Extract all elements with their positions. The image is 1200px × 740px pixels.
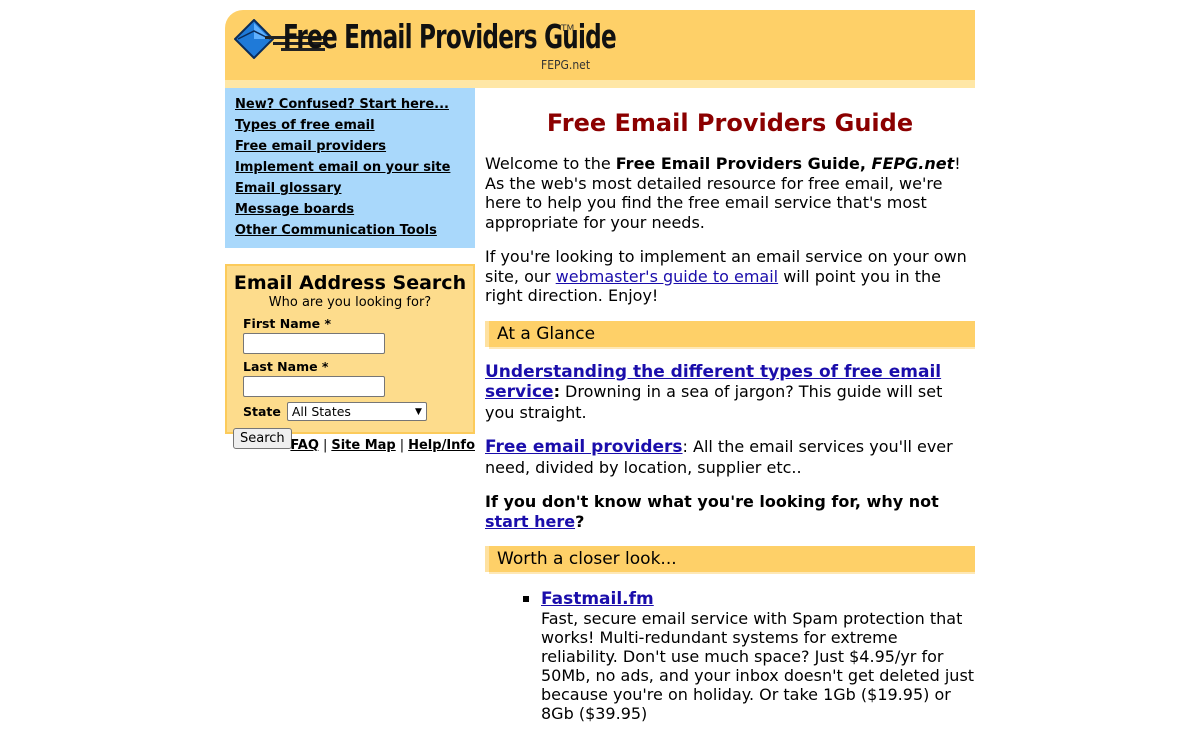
- webmaster-guide-link[interactable]: webmaster's guide to email: [556, 267, 778, 286]
- search-button[interactable]: Search: [233, 428, 292, 449]
- logo-subtitle: FEPG.net: [541, 58, 591, 72]
- state-label: State: [243, 404, 281, 419]
- glance-item-types: Understanding the different types of fre…: [485, 362, 975, 423]
- page: Free Email Providers Guide TM FEPG.net N…: [225, 10, 975, 723]
- start-here-link[interactable]: start here: [485, 512, 575, 531]
- state-select-value: All States: [291, 404, 351, 419]
- providers-link[interactable]: Free email providers: [485, 437, 683, 457]
- first-name-input[interactable]: [243, 333, 385, 354]
- nav-link-start-here[interactable]: New? Confused? Start here...: [235, 94, 465, 115]
- nav-link-glossary[interactable]: Email glossary: [235, 178, 465, 199]
- footer-separator: |: [322, 438, 328, 453]
- last-name-input[interactable]: [243, 376, 385, 397]
- sitemap-link[interactable]: Site Map: [331, 438, 395, 453]
- help-info-link[interactable]: Help/Info: [408, 438, 475, 453]
- faq-link[interactable]: FAQ: [290, 438, 319, 453]
- welcome-site-domain: FEPG.net: [871, 154, 955, 173]
- closer-section-heading: Worth a closer look...: [485, 546, 975, 574]
- nav-link-implement[interactable]: Implement email on your site: [235, 157, 465, 178]
- logo-text: Free Email Providers Guide: [283, 17, 617, 56]
- glance-start-text: If you don't know what you're looking fo…: [485, 492, 939, 511]
- list-item: Fastmail.fm Fast, secure email service w…: [523, 589, 975, 723]
- glance-section-heading: At a Glance: [485, 320, 975, 349]
- nav-link-message-boards[interactable]: Message boards: [235, 199, 465, 220]
- header-strip: [225, 80, 975, 88]
- glance-item-providers: Free email providers: All the email serv…: [485, 437, 975, 477]
- fastmail-link[interactable]: Fastmail.fm: [541, 589, 654, 609]
- welcome-paragraph: Welcome to the Free Email Providers Guid…: [485, 154, 975, 232]
- sidebar: New? Confused? Start here... Types of fr…: [225, 88, 475, 453]
- search-subtitle: Who are you looking for?: [268, 295, 432, 310]
- webmaster-paragraph: If you're looking to implement an email …: [485, 247, 975, 306]
- nav-link-providers[interactable]: Free email providers: [235, 136, 465, 157]
- main-content: Free Email Providers Guide Welcome to th…: [485, 88, 975, 723]
- first-name-label: First Name *: [243, 316, 332, 331]
- state-row: State All States ▼: [243, 402, 467, 421]
- welcome-text: Welcome to the: [485, 154, 616, 173]
- sidebar-nav: New? Confused? Start here... Types of fr…: [225, 88, 475, 248]
- footer-separator: |: [399, 438, 405, 453]
- email-search-panel: Email Address Search Who are you looking…: [225, 264, 475, 449]
- state-select[interactable]: All States ▼: [286, 402, 427, 421]
- welcome-site-name: Free Email Providers Guide,: [615, 154, 872, 173]
- page-title: Free Email Providers Guide: [546, 109, 914, 137]
- glance-item-start: If you don't know what you're looking fo…: [485, 492, 975, 531]
- nav-link-other-tools[interactable]: Other Communication Tools: [235, 220, 465, 241]
- logo-trademark: TM: [561, 24, 575, 34]
- glance-start-text-end: ?: [575, 511, 585, 531]
- fastmail-description: Fast, secure email service with Spam pro…: [541, 609, 975, 723]
- nav-link-types[interactable]: Types of free email: [235, 115, 465, 136]
- chevron-down-icon: ▼: [414, 406, 422, 417]
- last-name-label: Last Name *: [243, 359, 329, 374]
- site-header: Free Email Providers Guide TM FEPG.net: [225, 10, 975, 80]
- search-title: Email Address Search: [233, 272, 467, 294]
- closer-list: Fastmail.fm Fast, secure email service w…: [485, 589, 975, 723]
